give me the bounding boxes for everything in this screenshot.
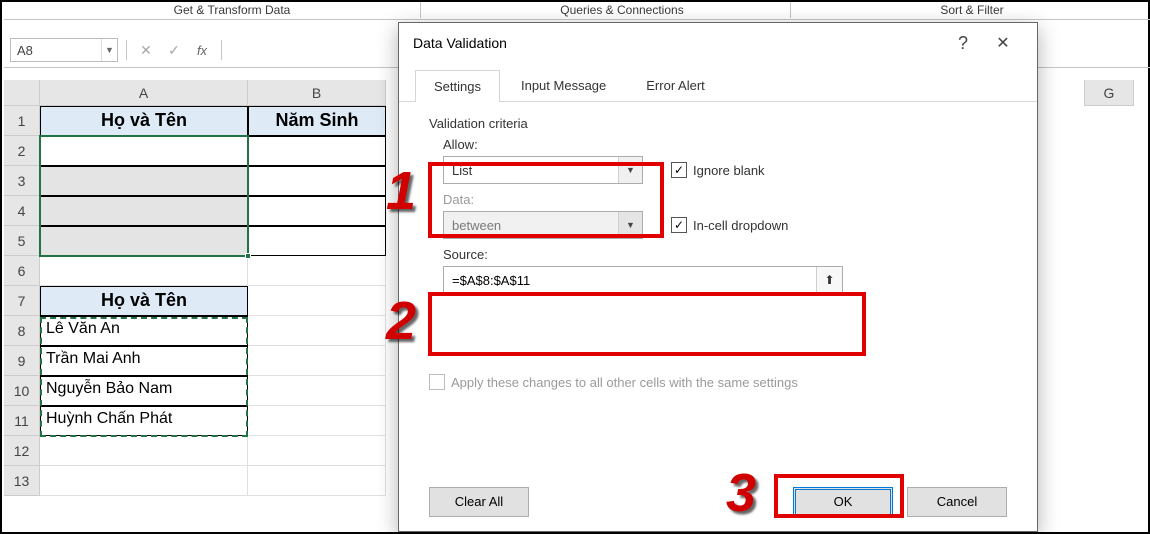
cell-a8[interactable]: Lê Văn An (40, 316, 248, 346)
dialog-close-icon[interactable]: ✕ (983, 33, 1023, 53)
cell-a5[interactable] (40, 226, 248, 256)
cell-b5[interactable] (248, 226, 386, 256)
cell-b4[interactable] (248, 196, 386, 226)
row-header-8[interactable]: 8 (4, 316, 40, 346)
formula-cancel-icon: ✕ (135, 39, 157, 61)
ribbon-group-labels: Get & Transform Data Queries & Connectio… (2, 2, 1150, 20)
column-header-g[interactable]: G (1084, 80, 1134, 106)
cell-a3[interactable] (40, 166, 248, 196)
row-header-7[interactable]: 7 (4, 286, 40, 316)
ribbon-group-sort-filter: Sort & Filter (872, 3, 1072, 17)
ribbon-group-queries: Queries & Connections (492, 3, 752, 17)
cell-a11[interactable]: Huỳnh Chấn Phát (40, 406, 248, 436)
chevron-down-icon: ▼ (618, 157, 642, 183)
data-validation-dialog: Data Validation ? ✕ Settings Input Messa… (398, 22, 1038, 532)
apply-all-label: Apply these changes to all other cells w… (451, 375, 798, 390)
ignore-blank-label: Ignore blank (693, 163, 765, 178)
row-header-11[interactable]: 11 (4, 406, 40, 436)
allow-dropdown[interactable]: List ▼ (443, 156, 643, 184)
validation-criteria-label: Validation criteria (429, 116, 1007, 131)
cell-a4[interactable] (40, 196, 248, 226)
row-header-4[interactable]: 4 (4, 196, 40, 226)
cell-b1[interactable]: Năm Sinh (248, 106, 386, 136)
clear-all-button[interactable]: Clear All (429, 487, 529, 517)
allow-label: Allow: (443, 137, 1007, 152)
row-header-10[interactable]: 10 (4, 376, 40, 406)
checkmark-icon: ✓ (671, 162, 687, 178)
cell-a10[interactable]: Nguyễn Bảo Nam (40, 376, 248, 406)
source-input[interactable]: ⬆ (443, 266, 843, 294)
cell-b10[interactable] (248, 376, 386, 406)
cell-b11[interactable] (248, 406, 386, 436)
dialog-tabs: Settings Input Message Error Alert (399, 63, 1037, 102)
cell-a7[interactable]: Họ và Tên (40, 286, 248, 316)
row-header-6[interactable]: 6 (4, 256, 40, 286)
cell-b12[interactable] (248, 436, 386, 466)
cancel-button[interactable]: Cancel (907, 487, 1007, 517)
source-label: Source: (443, 247, 1007, 262)
name-box-value: A8 (11, 43, 101, 58)
cell-b6[interactable] (248, 256, 386, 286)
row-header-13[interactable]: 13 (4, 466, 40, 496)
cell-b3[interactable] (248, 166, 386, 196)
tab-settings[interactable]: Settings (415, 70, 500, 102)
formula-enter-icon: ✓ (163, 39, 185, 61)
ignore-blank-checkbox[interactable]: ✓ Ignore blank (671, 162, 765, 178)
checkbox-empty-icon (429, 374, 445, 390)
tab-input-message[interactable]: Input Message (502, 69, 625, 101)
in-cell-dropdown-label: In-cell dropdown (693, 218, 788, 233)
dialog-title: Data Validation (413, 35, 943, 51)
ribbon-group-get-transform: Get & Transform Data (102, 3, 362, 17)
dialog-help-icon[interactable]: ? (943, 33, 983, 54)
cell-a6[interactable] (40, 256, 248, 286)
name-box-dropdown-icon[interactable]: ▼ (101, 39, 117, 61)
cell-b2[interactable] (248, 136, 386, 166)
cell-a13[interactable] (40, 466, 248, 496)
data-dropdown: between ▼ (443, 211, 643, 239)
data-label: Data: (443, 192, 1007, 207)
tab-error-alert[interactable]: Error Alert (627, 69, 724, 101)
row-header-9[interactable]: 9 (4, 346, 40, 376)
row-header-12[interactable]: 12 (4, 436, 40, 466)
cell-a1[interactable]: Họ và Tên (40, 106, 248, 136)
row-header-2[interactable]: 2 (4, 136, 40, 166)
apply-all-checkbox: Apply these changes to all other cells w… (429, 374, 1007, 390)
ok-button[interactable]: OK (793, 487, 893, 517)
cell-a12[interactable] (40, 436, 248, 466)
chevron-down-icon: ▼ (618, 212, 642, 238)
column-header-a[interactable]: A (40, 80, 248, 106)
name-box[interactable]: A8 ▼ (10, 38, 118, 62)
cell-a2[interactable] (40, 136, 248, 166)
row-header-5[interactable]: 5 (4, 226, 40, 256)
row-header-3[interactable]: 3 (4, 166, 40, 196)
row-header-1[interactable]: 1 (4, 106, 40, 136)
select-all-corner[interactable] (4, 80, 40, 106)
data-value: between (444, 218, 618, 233)
checkmark-icon: ✓ (671, 217, 687, 233)
range-select-icon[interactable]: ⬆ (816, 267, 842, 293)
insert-function-icon[interactable]: fx (191, 39, 213, 61)
in-cell-dropdown-checkbox[interactable]: ✓ In-cell dropdown (671, 217, 788, 233)
column-header-b[interactable]: B (248, 80, 386, 106)
source-field[interactable] (444, 273, 816, 288)
cell-b9[interactable] (248, 346, 386, 376)
cell-b8[interactable] (248, 316, 386, 346)
cell-b13[interactable] (248, 466, 386, 496)
cell-b7[interactable] (248, 286, 386, 316)
allow-value: List (444, 163, 618, 178)
cell-a9[interactable]: Trần Mai Anh (40, 346, 248, 376)
dialog-titlebar[interactable]: Data Validation ? ✕ (399, 23, 1037, 63)
